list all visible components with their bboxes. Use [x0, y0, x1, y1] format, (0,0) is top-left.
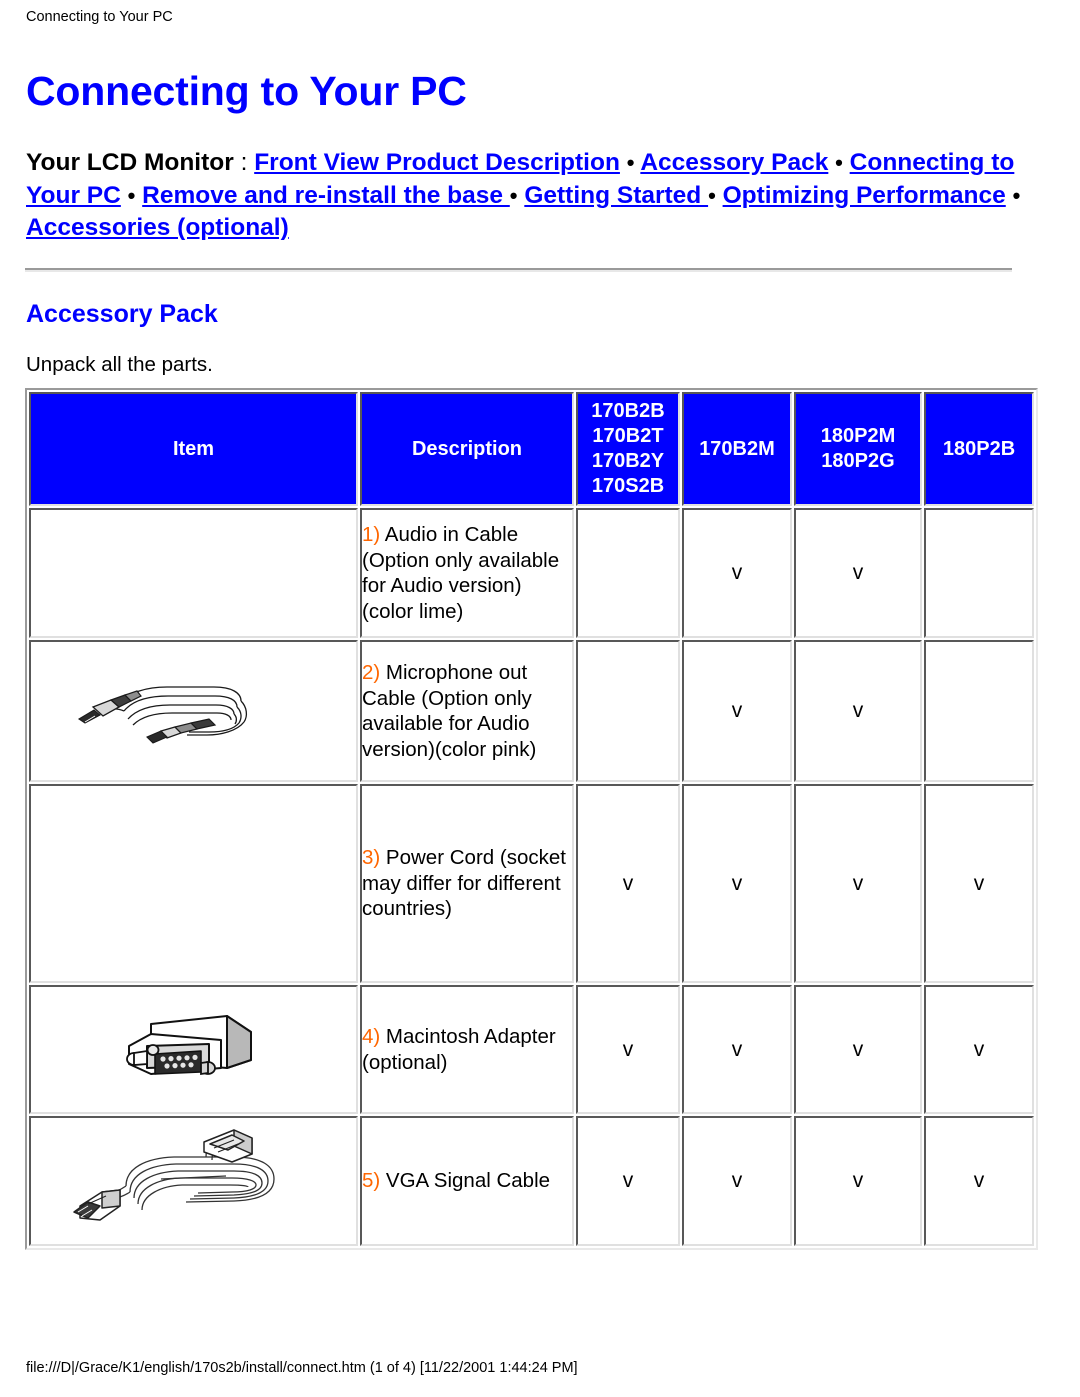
availability-group-3: v: [794, 985, 922, 1114]
item-description-text: Power Cord (socket may differ for differ…: [362, 846, 566, 921]
accessory-pack-table-wrapper: Item Description 170B2B 170B2T 170B2Y 17…: [25, 388, 1038, 1250]
item-number: 3): [362, 846, 381, 870]
model-code: 180P2G: [821, 450, 895, 472]
availability-180p2b: [924, 640, 1034, 782]
item-image-cell: [29, 985, 358, 1114]
item-number: 4): [362, 1025, 381, 1048]
nav-separator: •: [509, 182, 518, 208]
jack-plug-left: [77, 689, 142, 724]
item-description-cell: 1) Audio in Cable (Option only available…: [360, 508, 574, 638]
nav-separator: •: [127, 182, 136, 208]
print-footer: file:///D|/Grace/K1/english/170s2b/insta…: [26, 1360, 578, 1376]
section-title-accessory-pack: Accessory Pack: [26, 300, 218, 328]
horizontal-divider: [25, 268, 1012, 272]
item-image-cell: [29, 640, 358, 782]
availability-170b2m: v: [682, 508, 792, 638]
section-intro-text: Unpack all the parts.: [26, 353, 213, 376]
item-description-cell: 5) VGA Signal Cable: [360, 1116, 574, 1246]
availability-group-1: v: [576, 985, 680, 1114]
availability-170b2m: v: [682, 985, 792, 1114]
model-code: 170B2B: [591, 400, 665, 422]
item-description-text: Macintosh Adapter (optional): [362, 1025, 556, 1074]
column-header-description: Description: [360, 392, 574, 506]
availability-group-3: v: [794, 784, 922, 983]
nav-separator: •: [1012, 182, 1021, 208]
column-header-model-group-1: 170B2B 170B2T 170B2Y 170S2B: [576, 392, 680, 506]
availability-group-3: v: [794, 1116, 922, 1246]
availability-group-1: [576, 640, 680, 782]
item-description-cell: 4) Macintosh Adapter (optional): [360, 985, 574, 1114]
availability-group-1: v: [576, 1116, 680, 1246]
availability-group-1: v: [576, 784, 680, 983]
item-description-text: Microphone out Cable (Option only availa…: [362, 661, 537, 761]
item-description-cell: 3) Power Cord (socket may differ for dif…: [360, 784, 574, 983]
column-header-model-180p2b: 180P2B: [924, 392, 1034, 506]
item-description-text: VGA Signal Cable: [380, 1169, 551, 1193]
availability-180p2b: v: [924, 1116, 1034, 1246]
nav-separator: •: [626, 150, 635, 175]
column-header-item: Item: [29, 392, 358, 506]
availability-170b2m: v: [682, 784, 792, 983]
item-number: 5): [362, 1169, 381, 1193]
nav-colon: :: [233, 149, 255, 176]
table-header-row: Item Description 170B2B 170B2T 170B2Y 17…: [29, 392, 1034, 506]
availability-180p2b: [924, 508, 1034, 638]
availability-group-3: v: [794, 508, 922, 638]
table-row: 3) Power Cord (socket may differ for dif…: [29, 784, 1034, 983]
availability-170b2m: v: [682, 640, 792, 782]
nav-link-optimizing-performance[interactable]: Optimizing Performance: [723, 182, 1006, 209]
page-title: Connecting to Your PC: [26, 68, 467, 114]
nav-separator: •: [708, 182, 716, 208]
item-description-cell: 2) Microphone out Cable (Option only ava…: [360, 640, 574, 782]
dsub-connector-left: [73, 1188, 121, 1221]
availability-180p2b: v: [924, 784, 1034, 983]
jack-plug-right: [145, 717, 216, 744]
column-header-model-group-3: 180P2M 180P2G: [794, 392, 922, 506]
audio-cable-icon: [77, 685, 247, 744]
availability-group-1: [576, 508, 680, 638]
nav-link-front-view-product-description[interactable]: Front View Product Description: [254, 149, 620, 176]
item-image-cell: [29, 1116, 358, 1246]
nav-separator: •: [835, 150, 843, 175]
item-description-text: Audio in Cable (Option only available fo…: [362, 523, 560, 623]
nav-lead-label: Your LCD Monitor: [26, 149, 234, 176]
model-code: 180P2M: [820, 425, 896, 447]
item-number: 1): [362, 523, 381, 546]
column-header-model-170b2m: 170B2M: [682, 392, 792, 506]
item-image-cell: [29, 508, 358, 638]
availability-180p2b: v: [924, 985, 1034, 1114]
model-code: 170B2Y: [591, 450, 665, 472]
item-image-cell: [29, 784, 358, 983]
table-row: 4) Macintosh Adapter (optional) v v v v: [29, 985, 1034, 1114]
table-row: 5) VGA Signal Cable v v v v: [29, 1116, 1034, 1246]
nav-link-getting-started[interactable]: Getting Started: [524, 182, 708, 209]
nav-link-accessories-optional[interactable]: Accessories (optional): [26, 214, 289, 241]
accessory-pack-table: Item Description 170B2B 170B2T 170B2Y 17…: [25, 388, 1038, 1250]
vga-cable-icon: [73, 1128, 275, 1221]
nav-link-remove-and-reinstall-the-base[interactable]: Remove and re-install the base: [142, 182, 510, 209]
mac-adapter-icon: [125, 1015, 252, 1076]
availability-170b2m: v: [682, 1116, 792, 1246]
item-number: 2): [362, 661, 381, 684]
availability-group-3: v: [794, 640, 922, 782]
table-row: 1) Audio in Cable (Option only available…: [29, 508, 1034, 638]
model-code: 170S2B: [591, 475, 665, 497]
model-code: 170B2T: [592, 425, 664, 447]
print-header: Connecting to Your PC: [26, 9, 173, 25]
breadcrumb-nav: Your LCD Monitor : Front View Product De…: [26, 147, 1036, 245]
nav-link-accessory-pack[interactable]: Accessory Pack: [640, 149, 828, 176]
table-row: 2) Microphone out Cable (Option only ava…: [29, 640, 1034, 782]
